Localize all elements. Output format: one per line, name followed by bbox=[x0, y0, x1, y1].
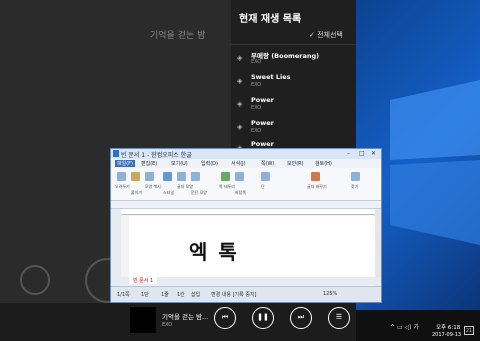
maximize-button[interactable]: □ bbox=[359, 150, 365, 157]
list-item[interactable]: ◈ Power EXO bbox=[231, 94, 356, 116]
system-tray: ^ ▭ ◁) 가 bbox=[390, 322, 419, 331]
notification-button[interactable]: 21 bbox=[464, 326, 474, 335]
format-toolbar[interactable] bbox=[111, 201, 381, 209]
list-item[interactable]: ◈ Sweet Lies EXO bbox=[231, 71, 356, 93]
chevron-up-icon[interactable]: ^ bbox=[390, 324, 395, 331]
song-artist: EXO bbox=[251, 82, 262, 88]
divider bbox=[231, 44, 356, 45]
minimize-button[interactable]: – bbox=[347, 150, 350, 157]
volume-icon[interactable]: ◁) bbox=[405, 324, 412, 331]
status-page: 1/1쪽 bbox=[117, 292, 130, 298]
eye-icon: ◈ bbox=[237, 123, 243, 131]
ime-indicator[interactable]: 가 bbox=[413, 324, 419, 331]
column-icon[interactable] bbox=[261, 172, 270, 181]
menu-review[interactable]: 검토(H) bbox=[315, 160, 332, 167]
paste-icon[interactable] bbox=[131, 172, 140, 181]
copy-format-icon[interactable] bbox=[145, 172, 154, 181]
now-playing-artist: EXO bbox=[162, 322, 173, 328]
menu-file[interactable]: 파일(F) bbox=[115, 160, 135, 167]
song-title: Power bbox=[251, 140, 274, 148]
ribbon-label: 바탕쪽 bbox=[235, 190, 247, 195]
ribbon-label: 글자 바꾸기 bbox=[307, 184, 327, 189]
ribbon-toolbar: 오려두기 붙이기 모양 복사 스타일 글자 모양 문단 모양 쪽 테두리 바탕쪽… bbox=[111, 168, 381, 201]
now-playing-list-panel: 현재 재생 목록 ✓ 전체선택 ◈ 부메랑 (Boomerang) EXO ◈ … bbox=[231, 0, 356, 152]
now-playing-title: 기억을 걷는 밤... bbox=[162, 313, 209, 321]
playlist-button[interactable]: ☰ bbox=[328, 307, 350, 329]
left-margin-bar bbox=[111, 209, 121, 287]
song-title: Power bbox=[251, 96, 274, 104]
status-insert: 삽입 bbox=[191, 292, 201, 298]
prev-ghost-icon bbox=[20, 265, 50, 295]
hwp-window: 빈 문서 1 - 한컴오피스 한글 – □ ✕ 파일(F) 편집(E) 보기(U… bbox=[110, 148, 382, 303]
album-art[interactable] bbox=[130, 307, 156, 333]
windows-logo-light bbox=[390, 80, 480, 245]
doc-tab[interactable]: 빈 문서 1 bbox=[129, 277, 158, 284]
song-artist: EXO bbox=[251, 59, 262, 65]
menu-view[interactable]: 보기(U) bbox=[171, 160, 188, 167]
music-bg-title: 기억을 걷는 밤 bbox=[150, 31, 206, 41]
previous-button[interactable]: ⏮ bbox=[214, 307, 236, 329]
select-all-button[interactable]: ✓ 전체선택 bbox=[309, 30, 343, 40]
menu-edit[interactable]: 편집(E) bbox=[141, 160, 157, 167]
menu-format[interactable]: 서식(J) bbox=[231, 160, 246, 167]
status-bar: 1/1쪽 1단 1줄 1칸 삽입 변경 내용 [기록 중지] 125% bbox=[111, 286, 381, 302]
status-track[interactable]: 변경 내용 [기록 중지] bbox=[211, 291, 256, 298]
song-title: Power bbox=[251, 119, 274, 127]
song-title: Sweet Lies bbox=[251, 73, 291, 81]
eye-icon: ◈ bbox=[237, 100, 243, 108]
menu-security[interactable]: 보안(R) bbox=[287, 160, 304, 167]
ribbon-label: 쪽 테두리 bbox=[219, 184, 235, 189]
ribbon-label: 단 bbox=[261, 184, 265, 189]
song-title: 부메랑 (Boomerang) bbox=[251, 52, 320, 60]
status-line: 1줄 bbox=[161, 292, 169, 298]
vertical-scrollbar[interactable] bbox=[375, 209, 381, 287]
ribbon-label: 스타일 bbox=[163, 190, 175, 195]
select-all-label: 전체선택 bbox=[317, 31, 343, 39]
document-page[interactable]: 엑 톡 bbox=[129, 216, 375, 278]
pause-button[interactable]: ❚❚ bbox=[252, 307, 274, 329]
song-artist: EXO bbox=[251, 105, 262, 111]
clock-time[interactable]: 오후 6:18 bbox=[436, 323, 460, 331]
hwp-titlebar[interactable]: 빈 문서 1 - 한컴오피스 한글 – □ ✕ bbox=[111, 149, 381, 159]
cut-icon[interactable] bbox=[117, 172, 126, 181]
menu-bar: 파일(F) 편집(E) 보기(U) 입력(D) 서식(J) 쪽(W) 보안(R)… bbox=[111, 159, 381, 168]
close-button[interactable]: ✕ bbox=[371, 150, 376, 157]
menu-page[interactable]: 쪽(W) bbox=[261, 160, 274, 167]
ribbon-label: 오려두기 bbox=[115, 184, 130, 189]
ruler[interactable] bbox=[121, 209, 379, 215]
network-icon[interactable]: ▭ bbox=[397, 324, 403, 331]
ribbon-label: 모양 복사 bbox=[145, 184, 161, 189]
next-button[interactable]: ⏭ bbox=[290, 307, 312, 329]
song-artist: EXO bbox=[251, 128, 262, 134]
replace-icon[interactable] bbox=[311, 172, 320, 181]
hwp-app-icon bbox=[113, 150, 119, 157]
list-item[interactable]: ◈ Power EXO bbox=[231, 117, 356, 139]
char-shape-icon[interactable] bbox=[177, 172, 186, 181]
window-title: 빈 문서 1 - 한컴오피스 한글 bbox=[121, 152, 192, 159]
status-section: 1단 bbox=[141, 292, 149, 298]
ribbon-label: 문단 모양 bbox=[191, 190, 207, 195]
document-text: 엑 톡 bbox=[189, 240, 239, 264]
master-page-icon[interactable] bbox=[235, 172, 244, 181]
status-col: 1칸 bbox=[177, 292, 185, 298]
page-border-icon[interactable] bbox=[221, 172, 230, 181]
playlist-title: 현재 재생 목록 bbox=[239, 14, 302, 25]
document-tabs: 빈 문서 1 bbox=[111, 277, 381, 285]
list-item[interactable]: ◈ 부메랑 (Boomerang) EXO bbox=[231, 48, 356, 70]
find-icon[interactable] bbox=[351, 172, 360, 181]
eye-icon: ◈ bbox=[237, 54, 243, 62]
zoom-level[interactable]: 125% bbox=[323, 291, 337, 297]
style-icon[interactable] bbox=[163, 172, 172, 181]
clock-date[interactable]: 2017-09-13 bbox=[432, 332, 461, 338]
ribbon-label: 찾기 bbox=[351, 184, 359, 189]
para-shape-icon[interactable] bbox=[191, 172, 200, 181]
ribbon-label: 붙이기 bbox=[131, 190, 143, 195]
eye-icon: ◈ bbox=[237, 77, 243, 85]
menu-insert[interactable]: 입력(D) bbox=[201, 160, 218, 167]
